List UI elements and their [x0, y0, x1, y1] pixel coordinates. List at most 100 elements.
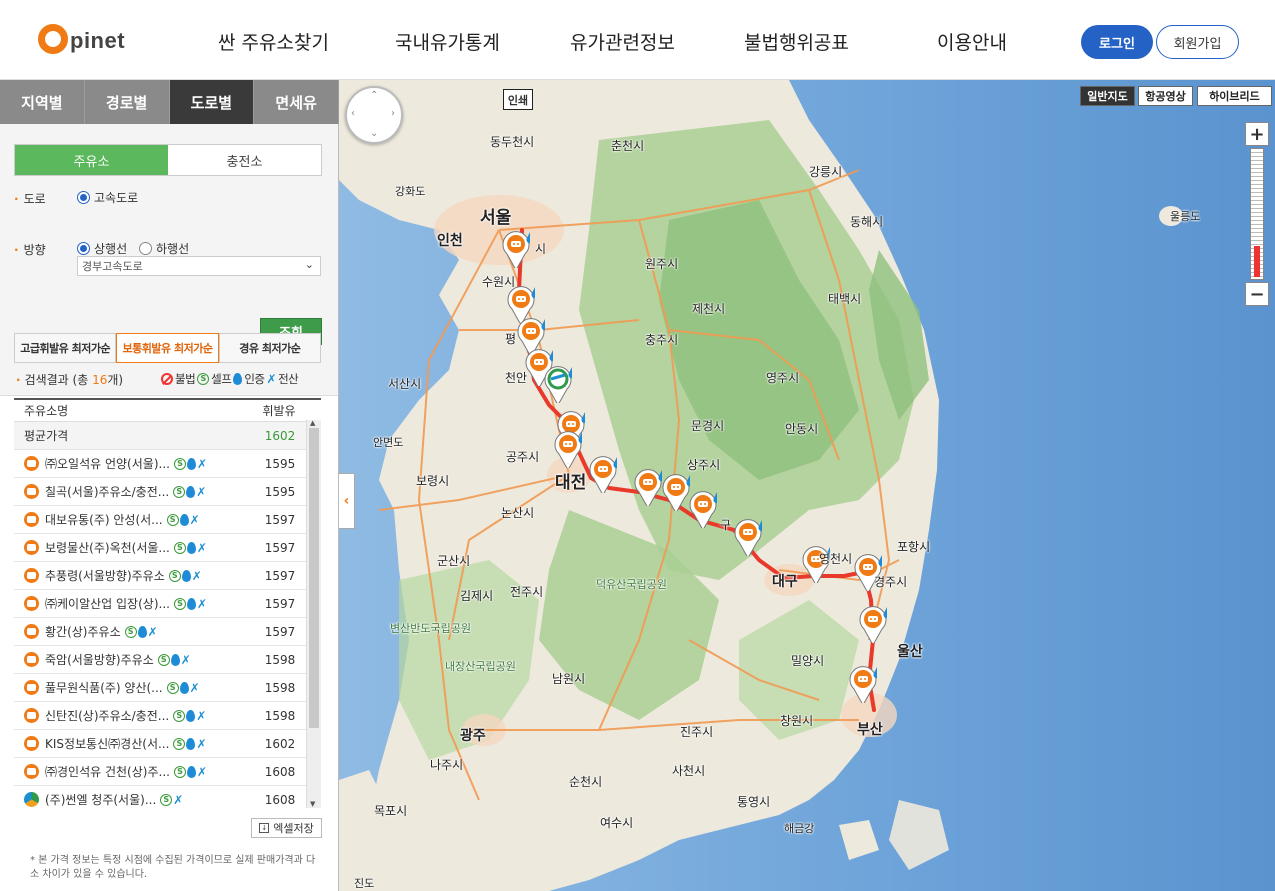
col-station-name: 주유소명 [24, 404, 69, 418]
map-label-andong: 안동시 [785, 422, 819, 436]
station-pin-icon[interactable] [544, 365, 572, 403]
radio-checked-icon[interactable] [77, 242, 90, 255]
scroll-down-icon[interactable]: ▼ [310, 800, 315, 808]
map-label-mokpo: 목포시 [374, 804, 408, 818]
self-service-icon: S [168, 569, 181, 582]
map-print-button[interactable]: 인쇄 [503, 89, 533, 110]
brand-logo-icon [24, 596, 39, 611]
nav-price-info[interactable]: 유가관련정보 [570, 28, 675, 55]
result-suffix: 개) [107, 373, 124, 387]
station-pin-icon[interactable] [859, 605, 887, 643]
join-button[interactable]: 회원가입 [1156, 25, 1239, 59]
map-pan-control[interactable]: ⌃ ⌄ ‹ › [345, 86, 403, 144]
map-label-anmyeon: 안면도 [373, 436, 404, 449]
map-type-normal[interactable]: 일반지도 [1080, 86, 1135, 106]
zoom-in-button[interactable]: + [1245, 122, 1269, 146]
table-row[interactable]: 풀무원식품(주) 양산(... S ✗ 1598 [14, 674, 306, 702]
station-pin-icon[interactable] [634, 468, 662, 506]
station-attribute-icons: S ✗ [124, 625, 158, 639]
station-pin-icon[interactable] [662, 473, 690, 511]
map-label-donghae: 동해시 [850, 215, 884, 229]
table-row[interactable]: 신탄진(상)주유소/충전... S ✗ 1598 [14, 702, 306, 730]
tab-gas-station[interactable]: 주유소 [15, 145, 168, 175]
search-mode-tabs: 지역별 경로별 도로별 면세유 [0, 80, 339, 124]
map-label-jinju: 진주시 [680, 725, 714, 739]
map-label-gangneung: 강릉시 [809, 165, 843, 179]
certified-icon [170, 653, 180, 666]
table-row[interactable]: 대보유통(주) 안성(서... S ✗ 1597 [14, 506, 306, 534]
table-row[interactable]: (주)썬엘 청주(서울)... S ✗ 1608 [14, 786, 306, 808]
station-pin-icon[interactable] [689, 490, 717, 528]
station-name-cell: 칠곡(서울)주유소/충전... S ✗ [14, 483, 254, 500]
nav-illegal-notice[interactable]: 불법행위공표 [744, 28, 849, 55]
tab-charging-station[interactable]: 충전소 [168, 145, 321, 175]
map-label-daejeon: 대전 [555, 473, 587, 493]
pan-left-icon[interactable]: ‹ [351, 108, 355, 119]
road-select-value: 경부고속도로 [82, 260, 143, 273]
table-row[interactable]: 죽암(서울방향)주유소 S ✗ 1598 [14, 646, 306, 674]
table-row[interactable]: 황간(상)주유소 S ✗ 1597 [14, 618, 306, 646]
tab-diesel[interactable]: 경유 최저가순 [218, 333, 321, 363]
map-type-hybrid[interactable]: 하이브리드 [1197, 86, 1272, 106]
opinet-logo[interactable]: pinet [38, 18, 125, 58]
table-scrollbar[interactable]: ▲ ▼ [306, 419, 321, 808]
station-pin-icon[interactable] [502, 230, 530, 268]
map-view[interactable]: 서울 인천 시 수원시 평 천안 대전 대구 울산 부산 광주 동두천시 춘천시… [339, 80, 1275, 891]
zoom-slider[interactable] [1250, 148, 1264, 280]
map-type-satellite[interactable]: 항공영상 [1138, 86, 1193, 106]
brand-logo-icon [24, 792, 39, 807]
radio-checked-icon[interactable] [77, 191, 90, 204]
map-label-jindo: 진도 [354, 877, 375, 890]
tab-tax-free[interactable]: 면세유 [254, 80, 339, 124]
table-row[interactable]: ㈜경인석유 건천(상)주... S ✗ 1608 [14, 758, 306, 786]
station-attribute-icons: S ✗ [166, 513, 200, 527]
tab-by-road[interactable]: 도로별 [169, 80, 255, 124]
pan-down-icon[interactable]: ⌄ [370, 128, 378, 139]
direction-down-label: 하행선 [156, 242, 190, 256]
station-pin-icon[interactable] [849, 665, 877, 703]
login-button[interactable]: 로그인 [1081, 25, 1153, 59]
road-select[interactable]: 경부고속도로 ⌄ [77, 256, 321, 276]
station-name-cell: 추풍령(서울방향)주유소 S ✗ [14, 567, 254, 584]
table-row[interactable]: ㈜케이알산업 입장(상)... S ✗ 1597 [14, 590, 306, 618]
station-attribute-icons: S ✗ [157, 653, 191, 667]
excel-save-button[interactable]: ↓ 엑셀저장 [251, 818, 322, 838]
self-service-icon: S [166, 681, 179, 694]
scrollbar-thumb[interactable] [309, 428, 319, 728]
station-pin-icon[interactable] [589, 455, 617, 493]
self-service-icon: S [173, 709, 186, 722]
direction-option-down[interactable]: 하행선 [139, 240, 189, 257]
card-payment-icon: ✗ [196, 484, 207, 499]
tab-by-region[interactable]: 지역별 [0, 80, 85, 124]
chevron-down-icon: ⌄ [304, 258, 314, 271]
card-payment-icon: ✗ [266, 372, 277, 386]
map-label-gyeongju: 경주시 [874, 575, 908, 589]
station-name: 풀무원식품(주) 양산(... [45, 681, 163, 695]
station-pin-icon[interactable] [734, 518, 762, 556]
tab-by-route[interactable]: 경로별 [84, 80, 170, 124]
nav-cheap-station[interactable]: 싼 주유소찾기 [218, 28, 329, 55]
table-row[interactable]: 보령물산(주)옥천(서울... S ✗ 1597 [14, 534, 306, 562]
station-price: 1598 [264, 680, 296, 695]
direction-label: 방향 [14, 241, 46, 258]
table-row[interactable]: KIS정보통신㈜경산(서... S ✗ 1602 [14, 730, 306, 758]
pan-up-icon[interactable]: ⌃ [370, 90, 378, 101]
station-price: 1597 [264, 596, 296, 611]
nav-guide[interactable]: 이용안내 [937, 28, 1007, 55]
table-row[interactable]: 추풍령(서울방향)주유소 S ✗ 1597 [14, 562, 306, 590]
scroll-up-icon[interactable]: ▲ [310, 419, 315, 427]
direction-option-up[interactable]: 상행선 [77, 240, 127, 257]
tab-regular-gasoline[interactable]: 보통휘발유 최저가순 [116, 333, 219, 363]
table-row[interactable]: ㈜오일석유 언양(서울)... S ✗ 1595 [14, 450, 306, 478]
zoom-out-button[interactable]: − [1245, 282, 1269, 306]
tab-premium-gasoline[interactable]: 고급휘발유 최저가순 [14, 333, 117, 363]
station-pin-icon[interactable] [554, 430, 582, 468]
map-label-naejang: 내장산국립공원 [445, 660, 516, 673]
pan-right-icon[interactable]: › [391, 108, 395, 119]
station-kind-tabs: 주유소 충전소 [14, 144, 322, 176]
panel-collapse-button[interactable]: ‹ [339, 473, 355, 529]
nav-domestic-stats[interactable]: 국내유가통계 [395, 28, 500, 55]
table-row[interactable]: 칠곡(서울)주유소/충전... S ✗ 1595 [14, 478, 306, 506]
road-option-highway[interactable]: 고속도로 [77, 189, 138, 206]
radio-unchecked-icon[interactable] [139, 242, 152, 255]
